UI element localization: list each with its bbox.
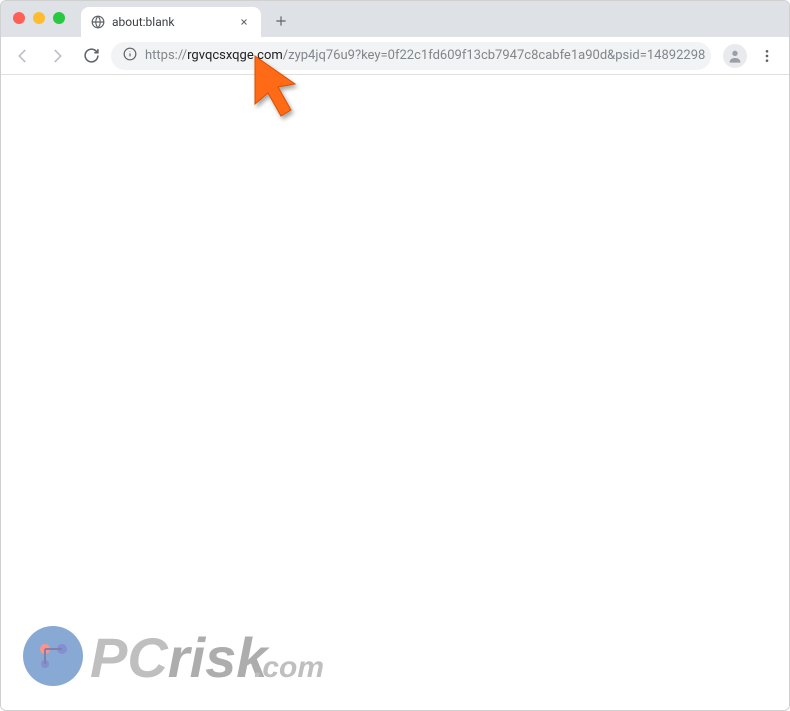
tab-bar: about:blank: [1, 1, 789, 37]
site-info-icon[interactable]: [123, 47, 137, 65]
profile-button[interactable]: [723, 44, 747, 68]
window-maximize-button[interactable]: [53, 12, 65, 24]
menu-button[interactable]: [753, 42, 781, 70]
page-content: [1, 75, 789, 710]
window-close-button[interactable]: [13, 12, 25, 24]
new-tab-button[interactable]: [267, 7, 295, 35]
browser-window: about:blank: [0, 0, 790, 711]
toolbar: https://rgvqcsxqge.com/zyp4jq76u9?key=0f…: [1, 37, 789, 75]
window-controls: [13, 12, 65, 24]
browser-tab[interactable]: about:blank: [81, 7, 261, 37]
url-path: /zyp4jq76u9?key=0f22c1fd609f13cb7947c8ca…: [283, 48, 706, 63]
address-bar[interactable]: https://rgvqcsxqge.com/zyp4jq76u9?key=0f…: [111, 42, 711, 70]
url-domain: rgvqcsxqge.com: [187, 48, 283, 63]
forward-button[interactable]: [43, 42, 71, 70]
window-minimize-button[interactable]: [33, 12, 45, 24]
tab-title: about:blank: [112, 15, 174, 29]
tab-close-button[interactable]: [237, 15, 251, 29]
globe-icon: [91, 15, 105, 29]
reload-button[interactable]: [77, 42, 105, 70]
url-text: https://rgvqcsxqge.com/zyp4jq76u9?key=0f…: [145, 48, 705, 63]
url-scheme: https://: [145, 48, 187, 63]
back-button[interactable]: [9, 42, 37, 70]
